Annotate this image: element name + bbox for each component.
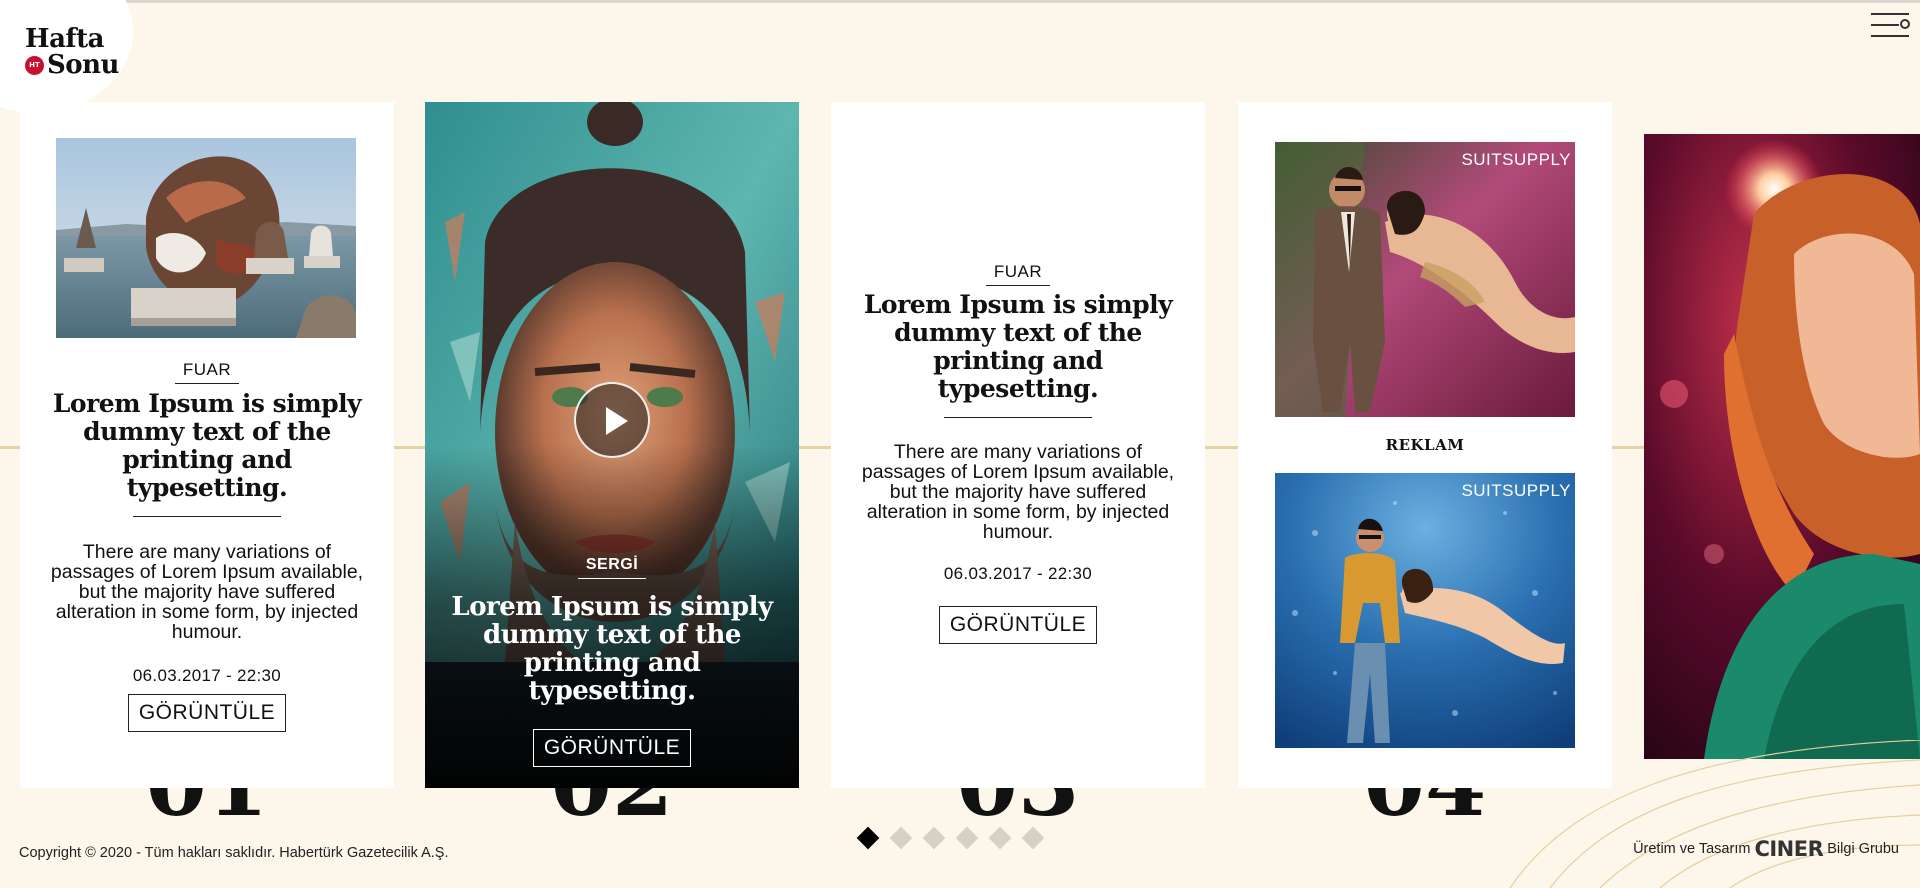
logo-line-2: Sonu (47, 50, 119, 80)
decorative-lines (1509, 740, 1920, 888)
top-border (0, 0, 1920, 3)
ciner-logo[interactable]: CINER (1754, 837, 1823, 861)
category-label: SERGİ (577, 556, 647, 579)
title-divider (944, 417, 1092, 418)
card-date: 06.03.2017 - 22:30 (132, 666, 282, 685)
pagination-dot-4[interactable] (955, 826, 979, 850)
category-label: FUAR (985, 262, 1051, 286)
partial-card-5-image[interactable] (1644, 134, 1920, 759)
view-button[interactable]: GÖRÜNTÜLE (532, 729, 692, 767)
card-description: There are many variations of passages of… (861, 441, 1175, 543)
logo-line-2-wrap: HT Sonu (25, 52, 119, 78)
ht-badge-icon: HT (25, 55, 44, 75)
pagination-dot-2[interactable] (889, 826, 913, 850)
article-card-1[interactable]: FUAR Lorem Ipsum is simply dummy text of… (20, 102, 394, 788)
view-button[interactable]: GÖRÜNTÜLE (127, 694, 287, 732)
play-icon[interactable] (574, 382, 650, 458)
sculpture-image (56, 138, 356, 338)
footer-copyright: Copyright © 2020 - Tüm hakları saklıdır.… (19, 845, 449, 861)
suitsupply-ad-top[interactable]: SUITSUPPLY (1275, 142, 1575, 417)
pagination-dot-5[interactable] (988, 826, 1012, 850)
ad-brand-text: SUITSUPPLY (1461, 150, 1571, 169)
card-title[interactable]: Lorem Ipsum is simply dummy text of the … (50, 390, 364, 502)
card-title[interactable]: Lorem Ipsum is simply dummy text of the … (857, 291, 1179, 403)
card-3-body: FUAR Lorem Ipsum is simply dummy text of… (857, 262, 1179, 644)
footer-credit: Üretim ve Tasarım CINER Bilgi Grubu (1633, 837, 1899, 861)
pagination-dot-6[interactable] (1021, 826, 1045, 850)
carousel-pagination (856, 826, 1045, 850)
card-2-body: SERGİ Lorem Ipsum is simply dummy text o… (439, 554, 785, 767)
suitsupply-ad-bottom[interactable]: SUITSUPPLY (1275, 473, 1575, 748)
view-button[interactable]: GÖRÜNTÜLE (938, 606, 1098, 644)
logo-line-1: Hafta (25, 24, 104, 54)
title-divider (133, 516, 281, 517)
pagination-dot-1[interactable] (856, 826, 880, 850)
article-card-3[interactable]: FUAR Lorem Ipsum is simply dummy text of… (831, 102, 1205, 788)
card-1-body: FUAR Lorem Ipsum is simply dummy text of… (50, 360, 364, 732)
logo[interactable]: Hafta HT Sonu (25, 26, 119, 78)
card-date: 06.03.2017 - 22:30 (943, 564, 1093, 583)
ad-label: REKLAM (1385, 436, 1465, 454)
credit-suffix: Bilgi Grubu (1827, 841, 1899, 857)
ad-brand-text: SUITSUPPLY (1461, 481, 1571, 500)
menu-filter-icon[interactable] (1871, 10, 1910, 40)
card-description: There are many variations of passages of… (50, 541, 364, 643)
category-label: FUAR (174, 360, 240, 384)
ad-card-4[interactable]: SUITSUPPLY REKLAM SUITSUPPLY (1238, 102, 1612, 788)
credit-prefix: Üretim ve Tasarım (1633, 841, 1751, 857)
pagination-dot-3[interactable] (922, 826, 946, 850)
video-card-2[interactable]: SERGİ Lorem Ipsum is simply dummy text o… (425, 102, 799, 788)
card-title[interactable]: Lorem Ipsum is simply dummy text of the … (439, 593, 785, 705)
